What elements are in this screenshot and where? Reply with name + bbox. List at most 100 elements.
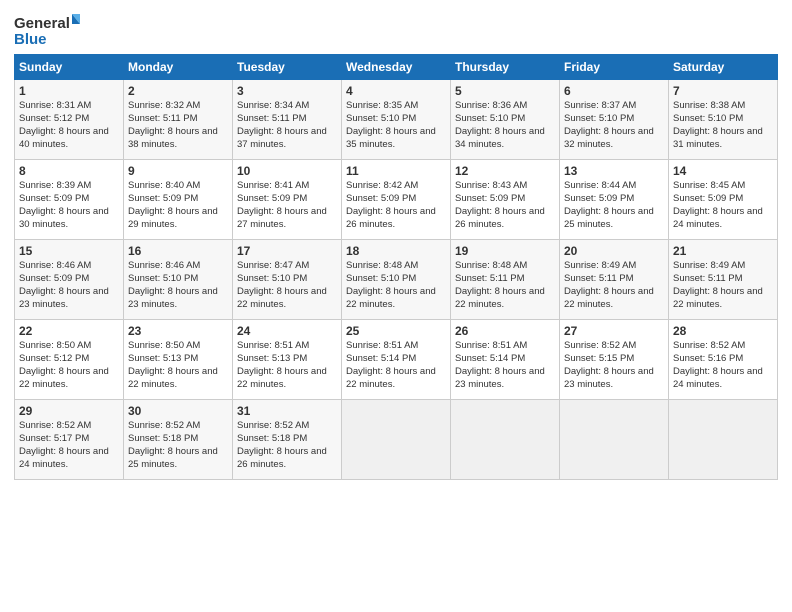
sunrise-text: Sunrise: 8:51 AM xyxy=(237,340,309,351)
daylight-text: Daylight: 8 hours and 24 minutes. xyxy=(673,366,763,390)
day-number: 8 xyxy=(19,163,119,179)
sunrise-text: Sunrise: 8:32 AM xyxy=(128,100,200,111)
sunset-text: Sunset: 5:13 PM xyxy=(237,353,307,364)
sunset-text: Sunset: 5:11 PM xyxy=(128,113,198,124)
day-number: 7 xyxy=(673,83,773,99)
svg-text:Blue: Blue xyxy=(14,31,47,48)
sunset-text: Sunset: 5:15 PM xyxy=(564,353,634,364)
sunset-text: Sunset: 5:13 PM xyxy=(128,353,198,364)
sunrise-text: Sunrise: 8:47 AM xyxy=(237,260,309,271)
day-header-tuesday: Tuesday xyxy=(233,55,342,80)
day-number: 25 xyxy=(346,323,446,339)
day-number: 29 xyxy=(19,403,119,419)
day-number: 15 xyxy=(19,243,119,259)
daylight-text: Daylight: 8 hours and 24 minutes. xyxy=(673,206,763,230)
sunset-text: Sunset: 5:18 PM xyxy=(237,433,307,444)
day-number: 10 xyxy=(237,163,337,179)
sunset-text: Sunset: 5:09 PM xyxy=(673,193,743,204)
sunrise-text: Sunrise: 8:49 AM xyxy=(673,260,745,271)
sunrise-text: Sunrise: 8:51 AM xyxy=(346,340,418,351)
page-container: General Blue SundayMondayTuesdayWednesda… xyxy=(0,0,792,488)
calendar-cell: 2Sunrise: 8:32 AMSunset: 5:11 PMDaylight… xyxy=(124,80,233,160)
day-number: 12 xyxy=(455,163,555,179)
sunrise-text: Sunrise: 8:50 AM xyxy=(128,340,200,351)
sunset-text: Sunset: 5:11 PM xyxy=(455,273,525,284)
calendar-cell: 19Sunrise: 8:48 AMSunset: 5:11 PMDayligh… xyxy=(451,240,560,320)
day-number: 31 xyxy=(237,403,337,419)
calendar-week-1: 1Sunrise: 8:31 AM Sunset: 5:12 PM Daylight… xyxy=(15,80,778,160)
day-header-saturday: Saturday xyxy=(669,55,778,80)
calendar-cell: 25Sunrise: 8:51 AMSunset: 5:14 PMDayligh… xyxy=(342,320,451,400)
calendar-cell: 6Sunrise: 8:37 AMSunset: 5:10 PMDaylight… xyxy=(560,80,669,160)
day-number: 18 xyxy=(346,243,446,259)
calendar-week-2: 8Sunrise: 8:39 AM Sunset: 5:09 PM Daylight… xyxy=(15,160,778,240)
sunrise-text: Sunrise: 8:44 AM xyxy=(564,180,636,191)
daylight-text: Daylight: 8 hours and 35 minutes. xyxy=(346,126,436,150)
daylight-text: Daylight: 8 hours and 23 minutes. xyxy=(128,286,218,310)
daylight-text: Daylight: 8 hours and 22 minutes. xyxy=(346,366,436,390)
calendar-cell: 10Sunrise: 8:41 AMSunset: 5:09 PMDayligh… xyxy=(233,160,342,240)
day-number: 14 xyxy=(673,163,773,179)
day-header-wednesday: Wednesday xyxy=(342,55,451,80)
calendar-cell: 12Sunrise: 8:43 AM Sunset: 5:09 PM Dayligh… xyxy=(451,160,560,240)
calendar-cell: 27Sunrise: 8:52 AMSunset: 5:15 PMDayligh… xyxy=(560,320,669,400)
day-number: 5 xyxy=(455,83,555,99)
day-number: 24 xyxy=(237,323,337,339)
calendar-cell: 4Sunrise: 8:35 AMSunset: 5:10 PMDaylight… xyxy=(342,80,451,160)
sunset-text: Sunset: 5:10 PM xyxy=(237,273,307,284)
sunset-text: Sunset: 5:09 PM xyxy=(455,193,525,204)
sunset-text: Sunset: 5:18 PM xyxy=(128,433,198,444)
day-header-friday: Friday xyxy=(560,55,669,80)
day-number: 16 xyxy=(128,243,228,259)
day-number: 17 xyxy=(237,243,337,259)
day-number: 6 xyxy=(564,83,664,99)
daylight-text: Daylight: 8 hours and 25 minutes. xyxy=(564,206,654,230)
sunset-text: Sunset: 5:10 PM xyxy=(673,113,743,124)
calendar-cell xyxy=(669,400,778,480)
calendar-cell: 29Sunrise: 8:52 AMSunset: 5:17 PMDayligh… xyxy=(15,400,124,480)
calendar-cell: 9Sunrise: 8:40 AMSunset: 5:09 PMDaylight… xyxy=(124,160,233,240)
sunrise-text: Sunrise: 8:34 AM xyxy=(237,100,309,111)
sunrise-text: Sunrise: 8:43 AM xyxy=(455,180,527,191)
sunrise-text: Sunrise: 8:46 AM xyxy=(128,260,200,271)
sunset-text: Sunset: 5:12 PM xyxy=(19,113,89,124)
sunrise-text: Sunrise: 8:51 AM xyxy=(455,340,527,351)
sunset-text: Sunset: 5:11 PM xyxy=(237,113,307,124)
sunrise-text: Sunrise: 8:50 AM xyxy=(19,340,91,351)
logo: General Blue xyxy=(14,10,84,50)
calendar-cell: 20Sunrise: 8:49 AMSunset: 5:11 PMDayligh… xyxy=(560,240,669,320)
sunset-text: Sunset: 5:09 PM xyxy=(19,273,89,284)
day-number: 1 xyxy=(19,83,119,99)
calendar-cell: 24Sunrise: 8:51 AMSunset: 5:13 PMDayligh… xyxy=(233,320,342,400)
sunset-text: Sunset: 5:10 PM xyxy=(455,113,525,124)
calendar-cell: 21Sunrise: 8:49 AMSunset: 5:11 PMDayligh… xyxy=(669,240,778,320)
day-number: 9 xyxy=(128,163,228,179)
sunset-text: Sunset: 5:16 PM xyxy=(673,353,743,364)
sunrise-text: Sunrise: 8:46 AM xyxy=(19,260,91,271)
daylight-text: Daylight: 8 hours and 40 minutes. xyxy=(19,126,109,150)
calendar-week-5: 29Sunrise: 8:52 AMSunset: 5:17 PMDayligh… xyxy=(15,400,778,480)
day-number: 22 xyxy=(19,323,119,339)
calendar-cell: 7Sunrise: 8:38 AMSunset: 5:10 PMDaylight… xyxy=(669,80,778,160)
day-number: 3 xyxy=(237,83,337,99)
sunset-text: Sunset: 5:10 PM xyxy=(346,273,416,284)
daylight-text: Daylight: 8 hours and 26 minutes. xyxy=(346,206,436,230)
day-number: 27 xyxy=(564,323,664,339)
header: General Blue xyxy=(14,10,778,50)
sunset-text: Sunset: 5:09 PM xyxy=(19,193,89,204)
sunrise-text: Sunrise: 8:45 AM xyxy=(673,180,745,191)
daylight-text: Daylight: 8 hours and 22 minutes. xyxy=(455,286,545,310)
sunrise-text: Sunrise: 8:39 AM xyxy=(19,180,91,191)
sunrise-text: Sunrise: 8:41 AM xyxy=(237,180,309,191)
calendar-cell xyxy=(451,400,560,480)
daylight-text: Daylight: 8 hours and 31 minutes. xyxy=(673,126,763,150)
sunset-text: Sunset: 5:10 PM xyxy=(128,273,198,284)
calendar-cell: 14Sunrise: 8:45 AM Sunset: 5:09 PM Dayligh… xyxy=(669,160,778,240)
day-number: 19 xyxy=(455,243,555,259)
day-number: 13 xyxy=(564,163,664,179)
daylight-text: Daylight: 8 hours and 26 minutes. xyxy=(455,206,545,230)
calendar-cell: 16Sunrise: 8:46 AM Sunset: 5:10 PM Dayligh… xyxy=(124,240,233,320)
sunrise-text: Sunrise: 8:31 AM xyxy=(19,100,91,111)
sunset-text: Sunset: 5:10 PM xyxy=(564,113,634,124)
sunset-text: Sunset: 5:17 PM xyxy=(19,433,89,444)
